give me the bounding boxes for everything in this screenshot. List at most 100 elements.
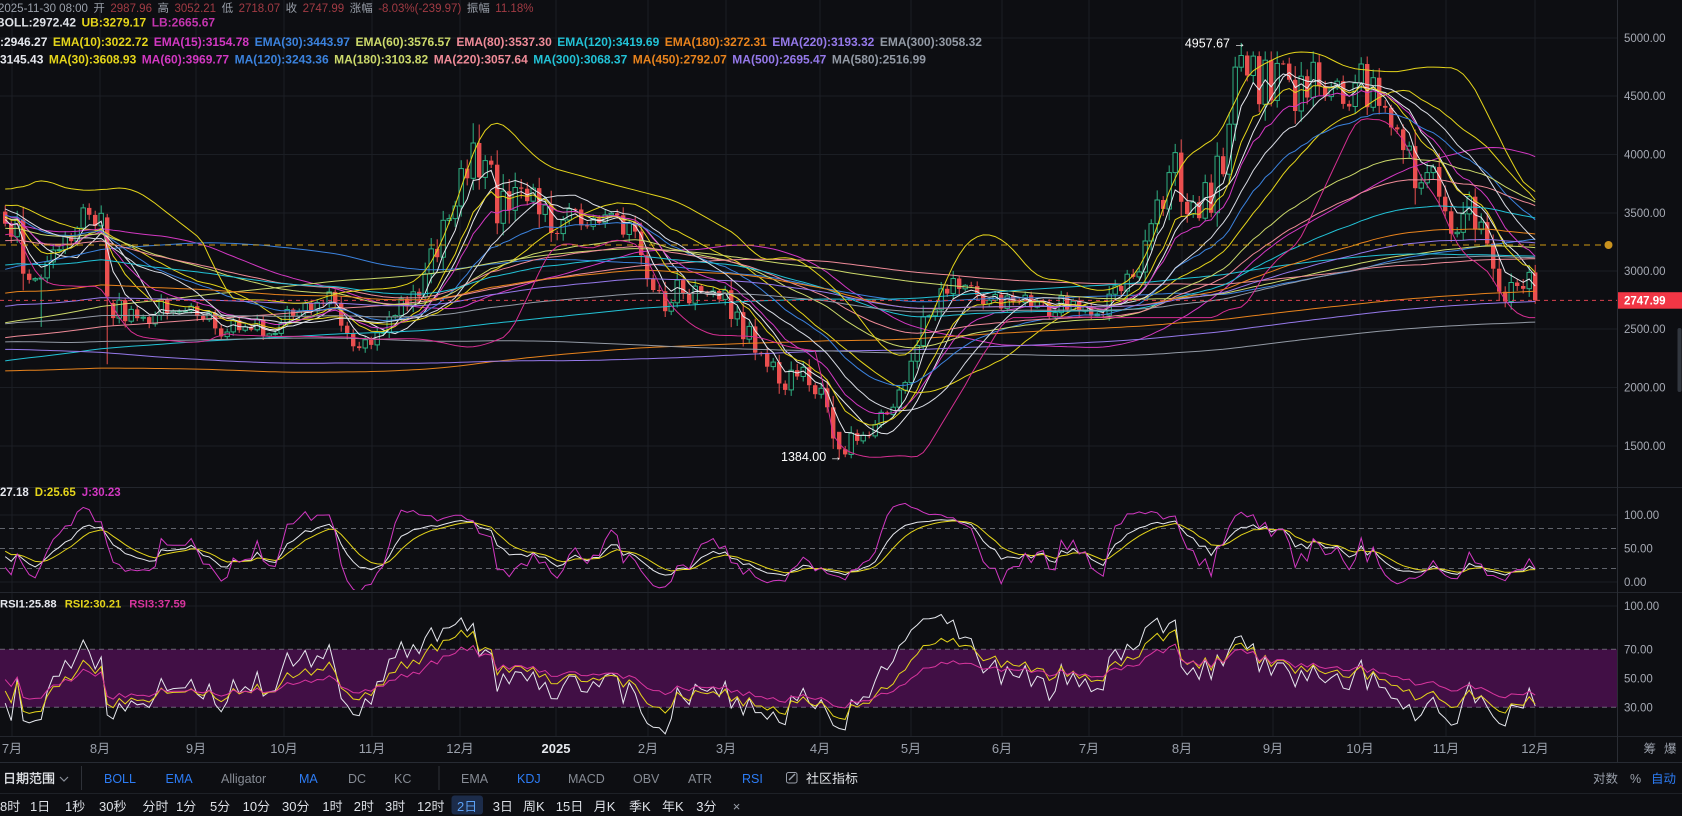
svg-text:5: 5 [901, 741, 908, 756]
svg-text:MA(450):2792.07: MA(450):2792.07 [633, 53, 727, 67]
svg-text:×: × [733, 799, 741, 814]
svg-text::2946.27: :2946.27 [0, 35, 48, 49]
svg-text:Alligator: Alligator [221, 772, 266, 786]
svg-text:4000.00: 4000.00 [1624, 150, 1666, 162]
svg-text:7: 7 [2, 741, 9, 756]
svg-text:RSI3:37.59: RSI3:37.59 [129, 599, 186, 611]
svg-text:1384.00 →: 1384.00 → [781, 450, 842, 464]
svg-text:1: 1 [176, 799, 183, 814]
svg-text:3: 3 [385, 799, 392, 814]
svg-text:0.00: 0.00 [1624, 577, 1646, 589]
svg-text:1: 1 [65, 799, 72, 814]
svg-text:1: 1 [30, 799, 37, 814]
svg-text:EMA(60):3576.57: EMA(60):3576.57 [356, 35, 452, 49]
svg-text:3000.00: 3000.00 [1624, 266, 1666, 278]
svg-text:RSI1:25.88: RSI1:25.88 [0, 599, 57, 611]
svg-text:3: 3 [696, 799, 703, 814]
svg-text:8: 8 [0, 799, 7, 814]
svg-text:3145.43: 3145.43 [0, 53, 44, 67]
svg-text:EMA(300):3058.32: EMA(300):3058.32 [880, 35, 982, 49]
svg-text:3: 3 [493, 799, 500, 814]
svg-text:3: 3 [716, 741, 723, 756]
svg-text:27.18: 27.18 [0, 487, 29, 499]
svg-text:%: % [1630, 772, 1641, 786]
svg-text:100.00: 100.00 [1624, 601, 1659, 613]
svg-text:BOLL:2972.42: BOLL:2972.42 [0, 16, 76, 30]
svg-text:2025: 2025 [542, 741, 571, 756]
svg-text:UB:3279.17: UB:3279.17 [82, 16, 147, 30]
svg-text:2: 2 [457, 799, 464, 814]
svg-text:11: 11 [1433, 741, 1447, 756]
svg-text:1500.00: 1500.00 [1624, 441, 1666, 453]
svg-text:EMA(15):3154.78: EMA(15):3154.78 [154, 35, 250, 49]
svg-text:MA(30):3608.93: MA(30):3608.93 [49, 53, 137, 67]
svg-text:11.18%: 11.18% [495, 3, 533, 15]
svg-text:2747.99: 2747.99 [303, 3, 345, 15]
svg-text:2500.00: 2500.00 [1624, 324, 1666, 336]
svg-text:30: 30 [99, 799, 113, 814]
svg-text:7: 7 [1079, 741, 1086, 756]
svg-text:BOLL: BOLL [104, 772, 136, 786]
svg-text:2718.07: 2718.07 [239, 3, 281, 15]
svg-text:MA: MA [299, 772, 318, 786]
svg-text:K: K [675, 799, 684, 814]
svg-text:4957.67 →: 4957.67 → [1185, 37, 1246, 51]
svg-text:10: 10 [270, 741, 284, 756]
svg-text:11: 11 [359, 741, 373, 756]
svg-text:30: 30 [282, 799, 296, 814]
svg-text:8: 8 [90, 741, 97, 756]
svg-text:2747.99: 2747.99 [1624, 296, 1666, 308]
svg-text:5000.00: 5000.00 [1624, 33, 1666, 45]
svg-text:3500.00: 3500.00 [1624, 208, 1666, 220]
svg-text:MA(500):2695.47: MA(500):2695.47 [732, 53, 826, 67]
svg-text:3052.21: 3052.21 [175, 3, 217, 15]
svg-text:K: K [536, 799, 545, 814]
svg-text:K: K [607, 799, 616, 814]
svg-text:EMA(80):3537.30: EMA(80):3537.30 [456, 35, 552, 49]
svg-text:EMA(180):3272.31: EMA(180):3272.31 [665, 35, 767, 49]
svg-text:12: 12 [417, 799, 431, 814]
svg-text:MA(60):3969.77: MA(60):3969.77 [142, 53, 230, 67]
svg-text:EMA(10):3022.72: EMA(10):3022.72 [53, 35, 149, 49]
svg-text:ATR: ATR [688, 772, 712, 786]
svg-text:2987.96: 2987.96 [110, 3, 152, 15]
svg-text:MA(220):3057.64: MA(220):3057.64 [434, 53, 528, 67]
svg-text:2: 2 [354, 799, 361, 814]
svg-text:50.00: 50.00 [1624, 544, 1653, 556]
svg-text:10: 10 [243, 799, 257, 814]
svg-text:EMA(120):3419.69: EMA(120):3419.69 [557, 35, 659, 49]
svg-text:10: 10 [1346, 741, 1360, 756]
svg-text:EMA(220):3193.32: EMA(220):3193.32 [772, 35, 874, 49]
svg-text:70.00: 70.00 [1624, 644, 1653, 656]
svg-text:50.00: 50.00 [1624, 673, 1653, 685]
svg-text:2000.00: 2000.00 [1624, 383, 1666, 395]
svg-text:OBV: OBV [633, 772, 660, 786]
svg-text:KDJ: KDJ [517, 772, 541, 786]
svg-text:4500.00: 4500.00 [1624, 91, 1666, 103]
svg-text:D:25.65: D:25.65 [35, 487, 77, 499]
svg-text:RSI: RSI [742, 772, 763, 786]
svg-text:6: 6 [992, 741, 999, 756]
svg-text:RSI2:30.21: RSI2:30.21 [65, 599, 122, 611]
svg-text:EMA: EMA [461, 772, 489, 786]
svg-text:15: 15 [556, 799, 570, 814]
svg-text:-8.03%(-239.97): -8.03%(-239.97) [378, 3, 461, 15]
svg-text:8: 8 [1172, 741, 1179, 756]
svg-text:MACD: MACD [568, 772, 605, 786]
svg-text:30.00: 30.00 [1624, 702, 1653, 714]
svg-text:2025-11-30 08:00: 2025-11-30 08:00 [0, 3, 88, 15]
svg-text:5: 5 [210, 799, 217, 814]
svg-text:9: 9 [1263, 741, 1270, 756]
svg-text:12: 12 [446, 741, 460, 756]
svg-text:EMA(30):3443.97: EMA(30):3443.97 [255, 35, 351, 49]
svg-text:2: 2 [638, 741, 645, 756]
svg-text:4: 4 [810, 741, 817, 756]
svg-text:MA(300):3068.37: MA(300):3068.37 [533, 53, 627, 67]
svg-text:LB:2665.67: LB:2665.67 [152, 16, 216, 30]
svg-text:MA(580):2516.99: MA(580):2516.99 [832, 53, 926, 67]
svg-text:1: 1 [322, 799, 329, 814]
svg-text:MA(120):3243.36: MA(120):3243.36 [235, 53, 329, 67]
svg-text:KC: KC [394, 772, 411, 786]
svg-text:100.00: 100.00 [1624, 510, 1659, 522]
svg-text:J:30.23: J:30.23 [82, 487, 121, 499]
